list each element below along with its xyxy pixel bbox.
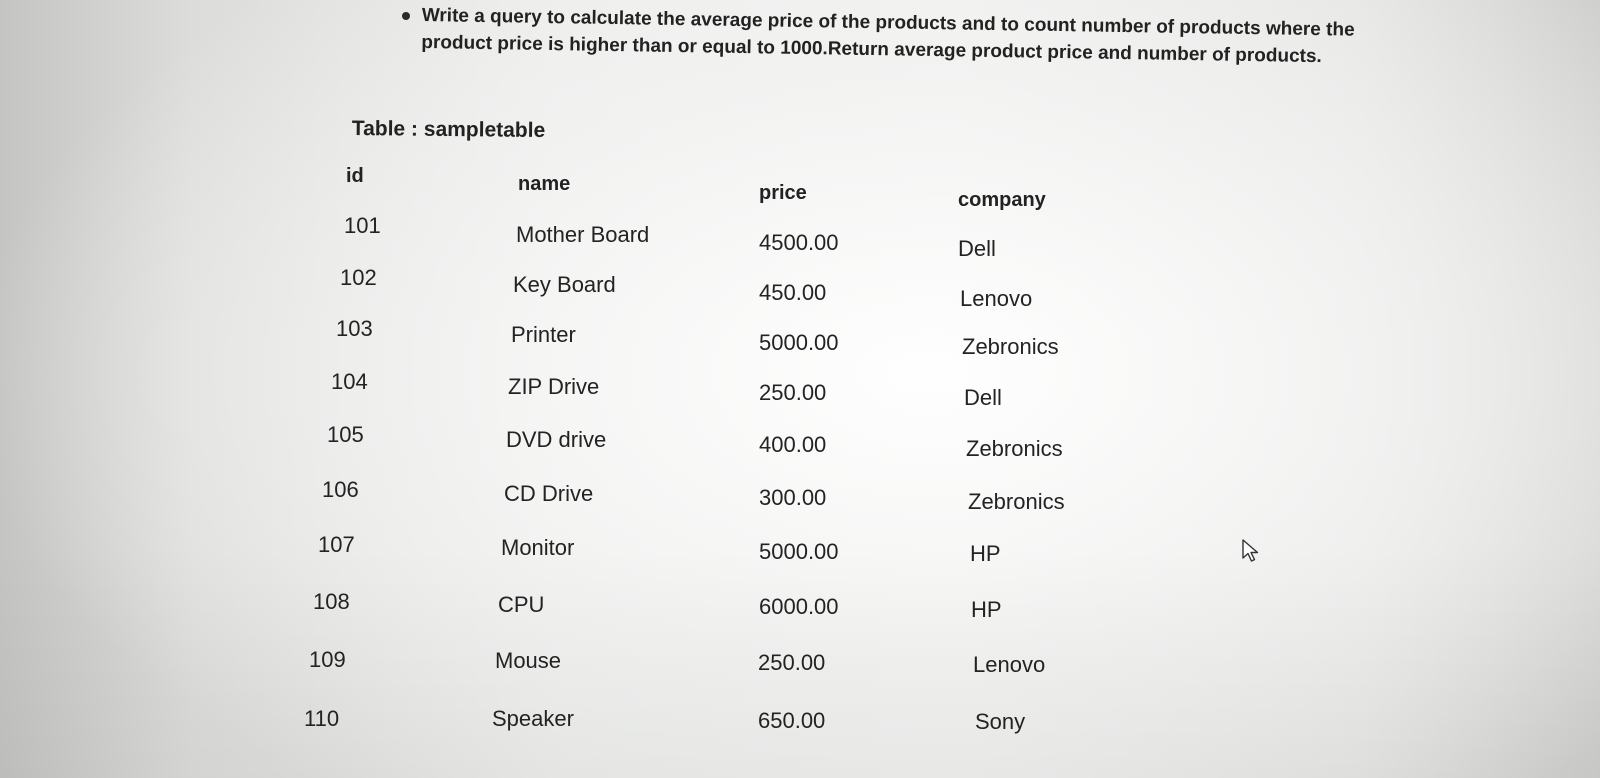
cell-name: Key Board: [513, 272, 616, 297]
cell-company: Dell: [964, 385, 1002, 410]
cell-name: DVD drive: [506, 427, 607, 452]
cell-price: 6000.00: [759, 594, 839, 619]
cell-company: HP: [970, 541, 1001, 566]
cell-name: ZIP Drive: [508, 374, 600, 399]
cell-price: 5000.00: [759, 539, 839, 564]
cell-id: 102: [340, 265, 377, 290]
cell-price: 400.00: [759, 432, 827, 457]
cell-id: 107: [318, 532, 355, 557]
cell-name: CPU: [498, 592, 545, 617]
cell-id: 101: [344, 213, 381, 238]
cell-price: 4500.00: [759, 230, 839, 255]
cell-name: Monitor: [501, 535, 575, 560]
cell-name: Mother Board: [516, 222, 650, 247]
cell-price: 450.00: [759, 280, 827, 305]
cell-price: 250.00: [758, 650, 826, 675]
cell-name: CD Drive: [504, 481, 594, 506]
table-title: Table : sampletable: [351, 117, 546, 143]
cell-company: Lenovo: [973, 652, 1046, 677]
cell-company: Dell: [958, 236, 996, 261]
cell-price: 650.00: [758, 708, 826, 733]
cell-id: 109: [309, 647, 346, 672]
mouse-pointer-icon: [1242, 539, 1259, 562]
question-text: Write a query to calculate the average p…: [421, 4, 1355, 68]
cell-id: 104: [331, 369, 368, 394]
column-header-name: name: [518, 173, 571, 195]
cell-company: Zebronics: [968, 489, 1065, 514]
cell-company: Sony: [975, 709, 1026, 734]
cell-company: HP: [971, 597, 1002, 622]
cell-company: Zebronics: [966, 436, 1063, 461]
cell-id: 108: [313, 589, 350, 614]
cell-company: Lenovo: [960, 286, 1033, 311]
column-header-price: price: [759, 182, 807, 204]
column-header-company: company: [958, 189, 1046, 211]
cell-id: 106: [322, 477, 359, 502]
cell-name: Speaker: [492, 706, 574, 731]
cell-id: 105: [327, 422, 364, 447]
cell-price: 300.00: [759, 485, 827, 510]
cell-price: 250.00: [759, 380, 827, 405]
cell-price: 5000.00: [759, 330, 839, 355]
cell-id: 110: [304, 706, 340, 731]
cell-company: Zebronics: [962, 334, 1059, 359]
cell-name: Printer: [511, 322, 576, 347]
cell-name: Mouse: [495, 648, 562, 673]
bullet-icon: [402, 12, 410, 20]
cell-id: 103: [336, 316, 373, 341]
column-header-id: id: [346, 165, 364, 187]
